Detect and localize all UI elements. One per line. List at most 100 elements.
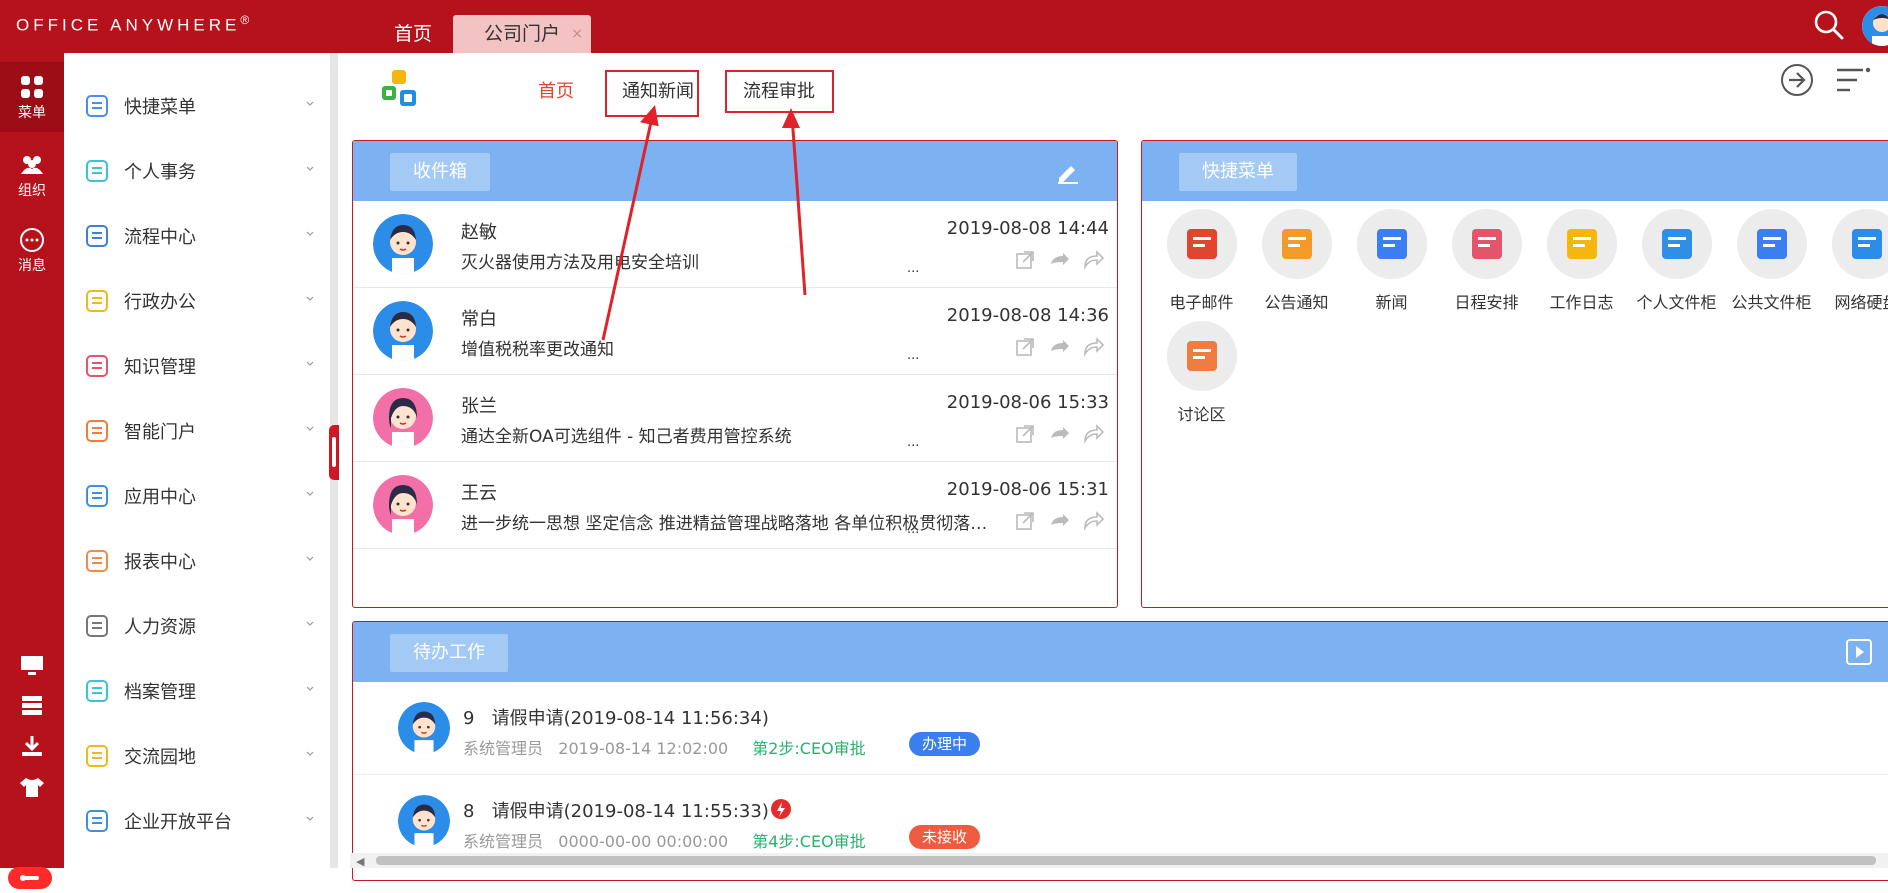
calendar-icon (1452, 209, 1522, 279)
open-external-icon (1017, 339, 1033, 355)
todo-name[interactable]: 请假申请(2019-08-14 11:55:33) (492, 801, 769, 822)
portal-tab-workflow[interactable]: 流程审批 (743, 77, 815, 103)
sidebar-item-8[interactable]: 人力资源 (64, 593, 330, 658)
sort-lines-icon[interactable] (1835, 62, 1871, 98)
mail-action-icons[interactable] (1009, 248, 1109, 272)
tab-company-portal[interactable]: 公司门户 × (453, 15, 591, 53)
quick-menu-item[interactable]: 工作日志 (1534, 209, 1629, 321)
quick-menu-panel: 快捷菜单 电子邮件公告通知新闻日程安排工作日志个人文件柜公共文件柜网络硬盘讨论区 (1141, 140, 1888, 608)
todo-time: 0000-00-00 00:00:00 (558, 832, 728, 851)
sidebar-item-4[interactable]: 知识管理 (64, 333, 330, 398)
open-external-icon (1017, 513, 1033, 529)
shirt-icon[interactable] (18, 775, 46, 799)
sidebar-item-label: 档案管理 (124, 678, 196, 704)
quick-menu-item[interactable]: 网络硬盘 (1819, 209, 1888, 321)
sidebar-item-label: 交流园地 (124, 743, 196, 769)
sidebar-item-7[interactable]: 报表中心 (64, 528, 330, 593)
quick-menu-label: 个人文件柜 (1629, 289, 1724, 313)
mail-subject[interactable]: 通达全新OA可选组件 - 知己者费用管控系统 (461, 422, 1001, 447)
todo-row[interactable]: 9 请假申请(2019-08-14 11:56:34) 系统管理员 2019-08… (353, 682, 1888, 775)
quick-menu-item[interactable]: 公共文件柜 (1724, 209, 1819, 321)
mail-action-icons[interactable] (1009, 335, 1109, 359)
quick-menu-item[interactable]: 日程安排 (1439, 209, 1534, 321)
disk-icon (1832, 209, 1888, 279)
rail-label-org: 组织 (18, 183, 46, 199)
sidebar-item-1[interactable]: 个人事务 (64, 138, 330, 203)
chevron-down-icon (305, 619, 315, 629)
notebook-icon (1547, 209, 1617, 279)
mail-subject[interactable]: 灭火器使用方法及用电安全培训 (461, 248, 1001, 273)
people-icon (19, 152, 45, 178)
rail-label-menu: 菜单 (18, 105, 46, 121)
tab-home[interactable]: 首页 (370, 15, 456, 53)
todo-time: 2019-08-14 12:02:00 (558, 739, 728, 758)
mail-action-icons[interactable] (1009, 509, 1109, 533)
news-icon (1357, 209, 1427, 279)
mail-subject[interactable]: 增值税税率更改通知 (461, 335, 1001, 360)
avatar (373, 388, 433, 448)
sidebar-item-label: 应用中心 (124, 483, 196, 509)
todo-name[interactable]: 请假申请(2019-08-14 11:56:34) (492, 708, 769, 729)
sidebar-item-3[interactable]: 行政办公 (64, 268, 330, 333)
sidebar-item-10[interactable]: 交流园地 (64, 723, 330, 788)
more-dots[interactable]: ... (907, 435, 919, 450)
todo-title: 9 请假申请(2019-08-14 11:56:34) (463, 704, 769, 730)
sidebar-item-0[interactable]: 快捷菜单 (64, 73, 330, 138)
sidebar-item-12[interactable]: 附件程序 (64, 853, 330, 868)
scroll-left-icon[interactable]: ◀ (356, 855, 364, 868)
play-icon[interactable] (1846, 639, 1872, 665)
sidebar-item-9[interactable]: 档案管理 (64, 658, 330, 723)
scroll-thumb[interactable] (376, 856, 1876, 865)
quick-menu-label: 公共文件柜 (1724, 289, 1819, 313)
more-dots[interactable]: ... (907, 522, 919, 537)
todo-user: 系统管理员 (463, 832, 543, 851)
exit-arrow-icon[interactable] (1779, 62, 1815, 98)
tab-close-icon[interactable]: × (571, 15, 583, 53)
quick-menu-label: 新闻 (1344, 289, 1439, 313)
sidebar-item-11[interactable]: 企业开放平台 (64, 788, 330, 853)
reply-icon (1051, 514, 1069, 526)
rail-item-messages[interactable]: 消息 (0, 227, 64, 275)
chevron-down-icon (305, 554, 315, 564)
app-logo: OFFICE ANYWHERE® (16, 13, 249, 36)
sidebar-item-2[interactable]: 流程中心 (64, 203, 330, 268)
todo-meta: 系统管理员 2019-08-14 12:02:00第2步:CEO审批 (463, 735, 866, 759)
portal-tab-home[interactable]: 首页 (538, 77, 574, 103)
user-avatar[interactable] (1862, 6, 1888, 46)
more-dots[interactable]: ... (907, 261, 919, 276)
mail-time: 2019-08-08 14:36 (947, 305, 1109, 326)
rail-item-org[interactable]: 组织 (0, 152, 64, 200)
quick-menu-item[interactable]: 讨论区 (1154, 321, 1249, 433)
toggle-icon[interactable] (8, 867, 52, 889)
mail-action-icons[interactable] (1009, 422, 1109, 446)
chevron-down-icon (305, 814, 315, 824)
horizontal-scrollbar[interactable]: ◀ (350, 853, 1888, 868)
inbox-row[interactable]: 赵敏灭火器使用方法及用电安全培训2019-08-08 14:44... (353, 201, 1117, 288)
rail-item-menu[interactable]: 菜单 (0, 62, 64, 132)
monitor-icon[interactable] (18, 653, 46, 677)
sidebar-item-6[interactable]: 应用中心 (64, 463, 330, 528)
quick-menu-item[interactable]: 新闻 (1344, 209, 1439, 321)
more-dots[interactable]: ... (907, 348, 919, 363)
portal-tab-news[interactable]: 通知新闻 (622, 77, 694, 103)
edit-pencil-icon[interactable] (1055, 159, 1081, 185)
archive-icon (84, 678, 110, 704)
sidebar-item-label: 报表中心 (124, 548, 196, 574)
sidebar-collapse-handle[interactable] (329, 425, 339, 480)
mail-subject[interactable]: 进一步统一思想 坚定信念 推进精益管理战略落地 各单位积极贯彻落实公司年度工作会… (461, 509, 1001, 534)
logo-text: OFFICE ANYWHERE (16, 16, 240, 35)
quick-menu-item[interactable]: 个人文件柜 (1629, 209, 1724, 321)
search-icon[interactable] (1811, 7, 1847, 43)
forward-icon (1085, 252, 1103, 267)
server-icon[interactable] (18, 693, 46, 717)
inbox-panel: 收件箱 赵敏灭火器使用方法及用电安全培训2019-08-08 14:44...常… (352, 140, 1118, 608)
inbox-row[interactable]: 张兰通达全新OA可选组件 - 知己者费用管控系统2019-08-06 15:33… (353, 375, 1117, 462)
quick-menu-item[interactable]: 电子邮件 (1154, 209, 1249, 321)
download-icon[interactable] (18, 734, 46, 758)
sidebar-item-5[interactable]: 智能门户 (64, 398, 330, 463)
inbox-row[interactable]: 常白增值税税率更改通知2019-08-08 14:36... (353, 288, 1117, 375)
inbox-row[interactable]: 王云进一步统一思想 坚定信念 推进精益管理战略落地 各单位积极贯彻落实公司年度工… (353, 462, 1117, 549)
quick-menu-item[interactable]: 公告通知 (1249, 209, 1344, 321)
coffee-icon (84, 743, 110, 769)
sidebar-item-label: 行政办公 (124, 288, 196, 314)
